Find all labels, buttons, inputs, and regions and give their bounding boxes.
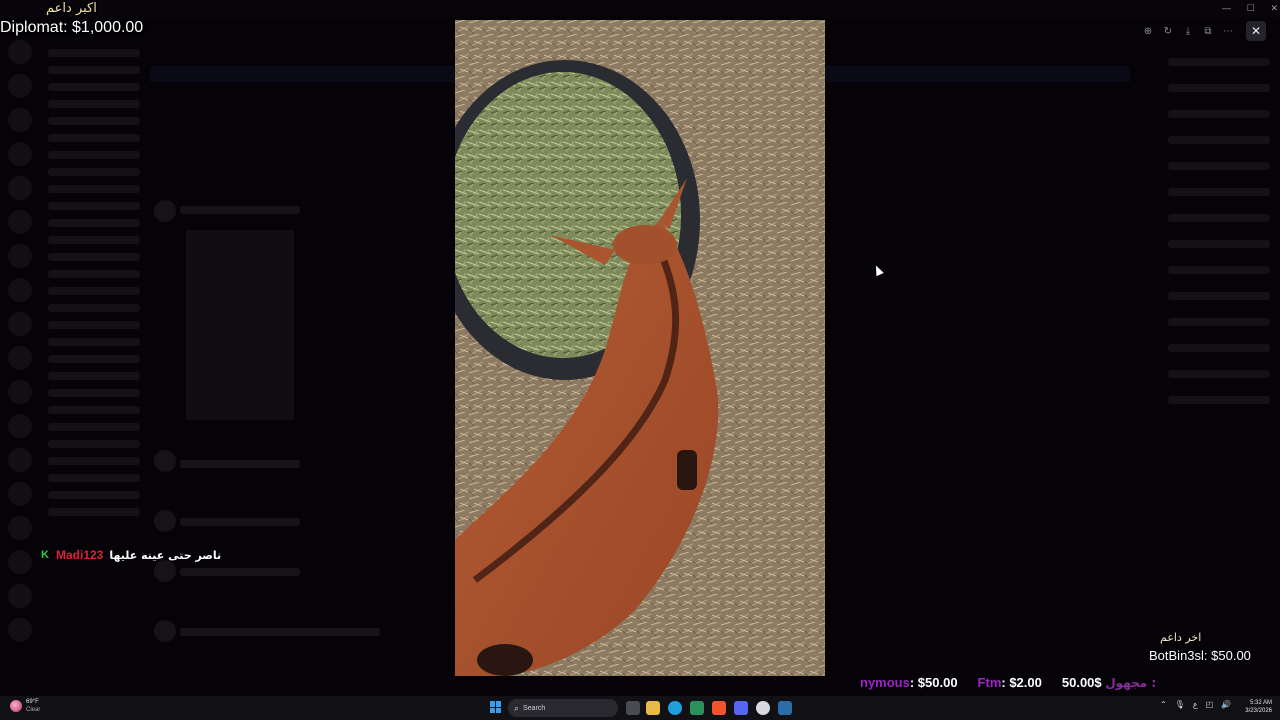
goat-photo [455, 20, 825, 676]
ticker-item: nymous: $50.00 [860, 674, 958, 690]
edge-icon[interactable] [668, 701, 682, 715]
taskbar-search[interactable]: ⌕ Search [508, 699, 618, 717]
latest-donor-amount: BotBin3sl: $50.00 [1149, 648, 1251, 663]
start-button[interactable] [490, 701, 502, 713]
latest-donor-heading: اخر داعم [1160, 631, 1202, 644]
weather-widget[interactable]: 69°F Clear [10, 698, 40, 714]
goat-leg [677, 450, 697, 490]
kick-badge-icon: K [41, 549, 49, 561]
goat-head [613, 225, 677, 265]
viewer-photo[interactable] [455, 20, 825, 676]
weather-icon [10, 700, 22, 712]
download-icon[interactable]: ⤓ [1178, 21, 1198, 41]
background-server-list [6, 40, 34, 680]
brave-icon[interactable] [712, 701, 726, 715]
ticker-item: 50.00$ مجهول : [1061, 674, 1157, 690]
clock-time: 5:32 AM [1249, 700, 1272, 706]
open-external-icon[interactable]: ⧉ [1198, 21, 1218, 41]
weather-temperature: 69°F [26, 699, 39, 705]
minimize-icon[interactable]: — [1222, 3, 1231, 15]
search-placeholder: Search [523, 704, 546, 712]
stream-chat-message: K Madi123 ناصر حتى عينه عليها [40, 548, 221, 562]
store-icon[interactable] [690, 701, 704, 715]
chat-username: Madi123 [56, 548, 104, 562]
screen: — ☐ ✕ ⊕ ↻ ⤓ ⧉ ⋯ ✕ اكبر داعم Diplomat: $1… [0, 0, 1280, 720]
discord-icon[interactable] [734, 701, 748, 715]
top-donor-heading: اكبر داعم [46, 1, 97, 16]
background-channel-list [42, 40, 146, 680]
zoom-in-icon[interactable]: ⊕ [1138, 21, 1158, 41]
search-icon: ⌕ [514, 702, 520, 713]
task-view-icon[interactable] [626, 701, 640, 715]
top-donor-amount: Diplomat: $1,000.00 [0, 19, 144, 36]
microphone-icon[interactable]: 🎙 [1175, 700, 1185, 709]
language-icon[interactable]: ع [1193, 700, 1198, 709]
window-close-icon[interactable]: ✕ [1270, 3, 1278, 15]
clock-date: 3/23/2026 [1245, 708, 1272, 714]
viewer-close-button[interactable]: ✕ [1246, 21, 1266, 41]
steam-icon[interactable] [778, 701, 792, 715]
network-icon[interactable]: ◰ [1206, 700, 1214, 709]
more-icon[interactable]: ⋯ [1218, 21, 1238, 41]
taskbar: 69°F Clear ⌕ Search ⌃ 🎙 ع ◰ 🔊 5:32 AM 3/… [0, 696, 1280, 720]
chat-text: ناصر حتى عينه عليها [109, 548, 222, 562]
background-titlebar [0, 0, 1280, 18]
weather-condition: Clear [26, 707, 41, 713]
background-member-list [1140, 40, 1280, 680]
taskbar-clock[interactable]: 5:32 AM 3/23/2026 [1240, 699, 1272, 715]
volume-icon[interactable]: 🔊 [1221, 700, 1231, 709]
rotate-icon[interactable]: ↻ [1158, 21, 1178, 41]
system-tray: ⌃ 🎙 ع ◰ 🔊 [1160, 700, 1231, 709]
maximize-icon[interactable]: ☐ [1247, 3, 1255, 15]
window-controls: — ☐ ✕ [1222, 3, 1278, 15]
donation-ticker: nymous: $50.00 Ftm: $2.00 50.00$ مجهول : [860, 673, 1180, 691]
ticker-item: Ftm: $2.00 [977, 674, 1042, 690]
chevron-up-icon[interactable]: ⌃ [1160, 700, 1167, 709]
file-explorer-icon[interactable] [646, 701, 660, 715]
chrome-icon[interactable] [756, 701, 770, 715]
